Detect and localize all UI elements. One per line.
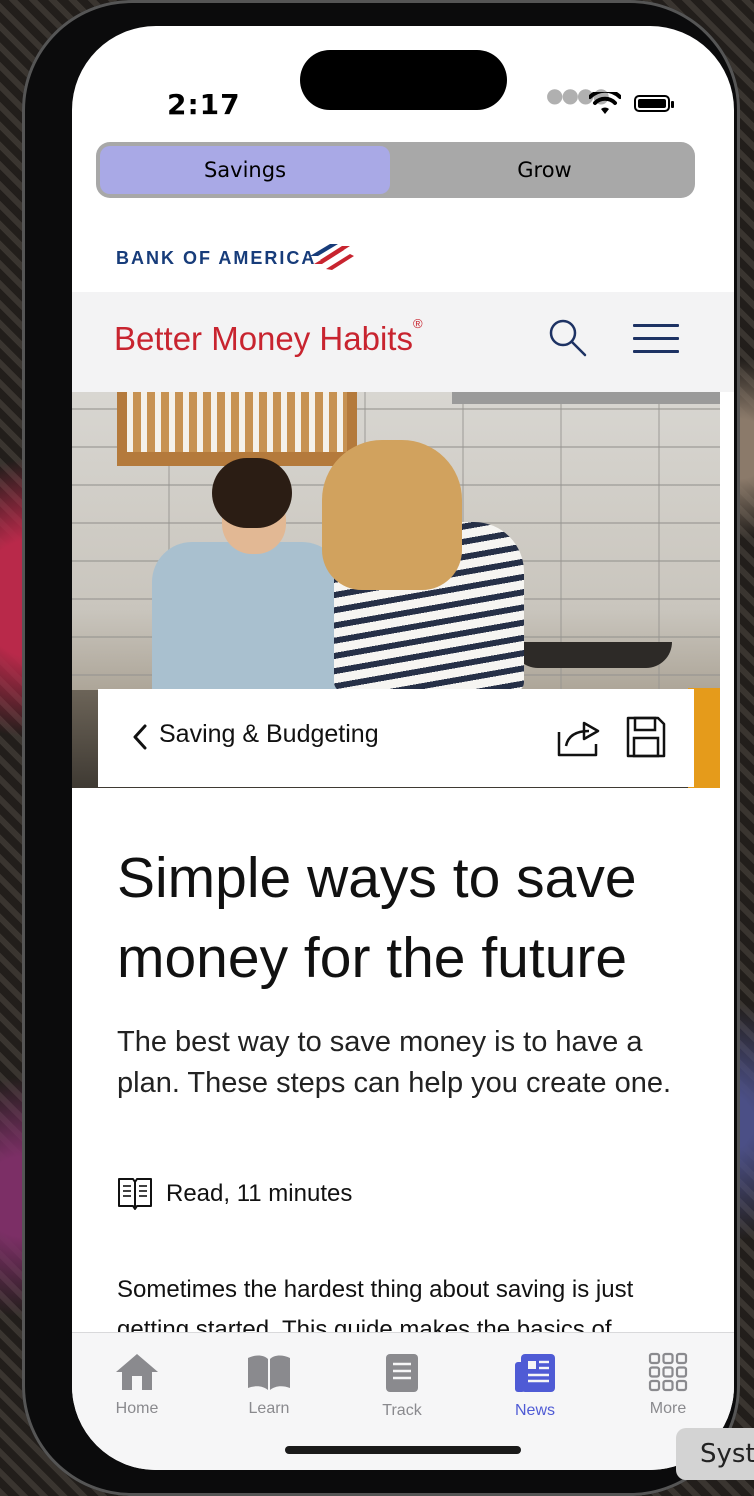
save-icon[interactable] [626,716,666,758]
house-icon [116,1354,158,1390]
chevron-left-icon[interactable] [132,724,148,750]
grid-icon [648,1352,688,1392]
article-body: Sometimes the hardest thing about saving… [117,1276,634,1332]
tab-news-label: News [514,1402,555,1419]
dynamic-island [300,50,507,110]
tab-home[interactable]: Home [82,1352,192,1418]
bank-logo-text: BANK OF AMERICA [116,248,317,268]
bank-flag-logo-icon [310,244,354,270]
tab-track[interactable]: Track [347,1352,457,1420]
segmented-control: Savings Grow [98,144,693,196]
home-indicator [285,1446,521,1454]
book-icon [248,1355,290,1390]
article-headline: Simple ways to save money for the future [117,846,637,990]
tab-learn[interactable]: Learn [214,1352,324,1418]
notebook-icon [386,1354,418,1392]
system-overlay-pill[interactable]: Syst [676,1428,754,1480]
read-time: Read, 11 minutes [166,1180,353,1207]
hamburger-menu-icon[interactable] [633,324,679,356]
wifi-icon [589,92,621,114]
tab-news[interactable]: News [480,1352,590,1420]
segment-savings[interactable]: Savings [100,146,390,194]
phone-frame: 2:17 ●●●● Savings Grow BANK OF AMERICA B… [22,0,740,1496]
tab-learn-label: Learn [248,1400,290,1417]
share-icon[interactable] [556,718,602,758]
article-dek: The best way to save money is to have a … [117,1026,672,1099]
battery-icon [634,95,674,112]
app-screen: 2:17 ●●●● Savings Grow BANK OF AMERICA B… [72,26,734,1470]
newspaper-icon [515,1354,555,1392]
tab-more[interactable]: More [613,1352,723,1418]
open-book-icon [118,1178,152,1210]
search-icon[interactable] [548,318,588,358]
site-title: Better Money Habits® [114,316,423,358]
segment-grow[interactable]: Grow [398,146,691,194]
status-time: 2:17 [167,88,241,121]
breadcrumb-link[interactable]: Saving & Budgeting [159,720,379,749]
tab-track-label: Track [382,1402,422,1419]
registered-mark: ® [412,316,423,331]
site-title-text: Better Money Habits [114,320,413,357]
tab-more-label: More [649,1400,687,1417]
tab-home-label: Home [115,1400,159,1417]
